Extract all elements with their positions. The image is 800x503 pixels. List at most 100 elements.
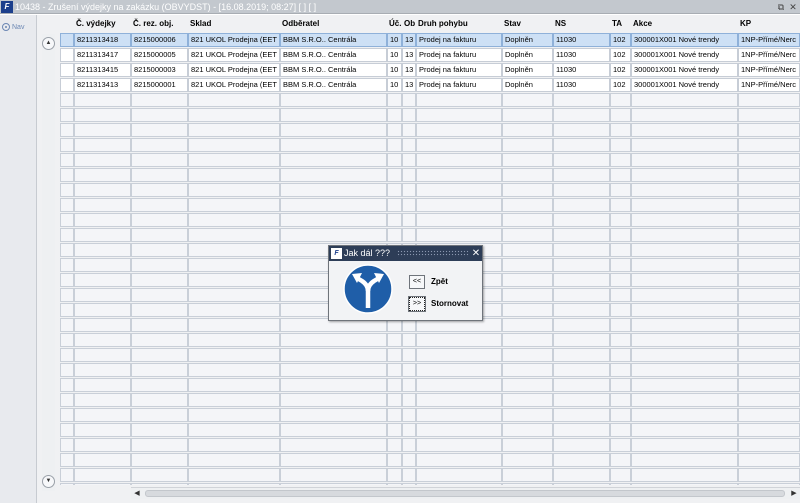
table-row[interactable]: 8211313415 8215000003 821 UKOL Prodejna (E… (60, 63, 800, 77)
table-cell-kp[interactable] (738, 168, 800, 182)
row-marker[interactable] (60, 168, 74, 182)
table-cell-stav[interactable] (502, 363, 553, 377)
table-cell-ns[interactable] (553, 183, 610, 197)
table-cell-sklad[interactable] (188, 378, 280, 392)
table-cell-sklad[interactable] (188, 333, 280, 347)
row-marker[interactable] (60, 438, 74, 452)
table-cell-vydejka[interactable] (74, 153, 131, 167)
table-cell-odberatel[interactable]: BBM S.R.O.. Centrála (280, 33, 387, 47)
table-cell-rezobj[interactable] (131, 303, 188, 317)
table-cell-rezobj[interactable] (131, 468, 188, 482)
table-cell-stav[interactable] (502, 408, 553, 422)
table-cell-kp[interactable] (738, 228, 800, 242)
table-cell-ob[interactable]: 13 (402, 78, 416, 92)
column-header-kp[interactable]: KP (738, 15, 800, 33)
table-cell-akce[interactable] (631, 153, 738, 167)
row-marker[interactable] (60, 423, 74, 437)
table-cell-ta[interactable] (610, 483, 631, 485)
table-cell-ns[interactable] (553, 138, 610, 152)
table-row[interactable] (60, 453, 800, 467)
row-marker[interactable] (60, 258, 74, 272)
table-cell-akce[interactable] (631, 258, 738, 272)
table-cell-sklad[interactable] (188, 108, 280, 122)
table-cell-stav[interactable] (502, 423, 553, 437)
table-cell-ob[interactable] (402, 453, 416, 467)
table-cell-odberatel[interactable] (280, 393, 387, 407)
row-marker[interactable] (60, 63, 74, 77)
table-row[interactable] (60, 408, 800, 422)
table-cell-rezobj[interactable] (131, 423, 188, 437)
row-marker[interactable] (60, 48, 74, 62)
table-cell-ns[interactable] (553, 168, 610, 182)
table-cell-ta[interactable] (610, 213, 631, 227)
table-cell-ob[interactable] (402, 483, 416, 485)
restore-icon[interactable]: ⧉ (776, 1, 786, 13)
table-cell-stav[interactable] (502, 393, 553, 407)
table-cell-uc[interactable] (387, 198, 402, 212)
table-row[interactable] (60, 198, 800, 212)
table-cell-kp[interactable] (738, 393, 800, 407)
table-cell-sklad[interactable]: 821 UKOL Prodejna (EET (188, 78, 280, 92)
row-marker[interactable] (60, 273, 74, 287)
table-cell-ns[interactable] (553, 378, 610, 392)
table-cell-sklad[interactable] (188, 483, 280, 485)
table-cell-akce[interactable] (631, 228, 738, 242)
table-cell-kp[interactable] (738, 333, 800, 347)
table-cell-druh[interactable] (416, 123, 502, 137)
table-cell-stav[interactable] (502, 108, 553, 122)
table-cell-uc[interactable] (387, 393, 402, 407)
table-cell-sklad[interactable] (188, 438, 280, 452)
table-cell-ta[interactable] (610, 363, 631, 377)
table-cell-ta[interactable] (610, 93, 631, 107)
table-cell-ob[interactable] (402, 213, 416, 227)
table-cell-ns[interactable] (553, 258, 610, 272)
table-cell-druh[interactable] (416, 378, 502, 392)
column-header-druh[interactable]: Druh pohybu (416, 15, 502, 33)
table-cell-ns[interactable] (553, 288, 610, 302)
table-cell-ta[interactable] (610, 183, 631, 197)
scroll-down-icon[interactable]: ▼ (42, 475, 55, 488)
table-cell-akce[interactable] (631, 393, 738, 407)
column-header-uc[interactable]: Úč. (387, 15, 402, 33)
table-cell-rezobj[interactable] (131, 108, 188, 122)
table-cell-akce[interactable] (631, 333, 738, 347)
table-cell-kp[interactable]: 1NP-Přímé/Nerc (738, 78, 800, 92)
table-cell-stav[interactable]: Doplněn (502, 63, 553, 77)
table-cell-ta[interactable] (610, 153, 631, 167)
table-cell-druh[interactable] (416, 483, 502, 485)
table-cell-ob[interactable] (402, 198, 416, 212)
table-cell-akce[interactable]: 300001X001 Nové trendy (631, 48, 738, 62)
table-cell-druh[interactable] (416, 438, 502, 452)
table-cell-akce[interactable] (631, 123, 738, 137)
table-cell-ta[interactable] (610, 348, 631, 362)
table-cell-ta[interactable] (610, 138, 631, 152)
table-cell-ta[interactable] (610, 288, 631, 302)
table-cell-druh[interactable] (416, 213, 502, 227)
table-cell-uc[interactable] (387, 453, 402, 467)
table-cell-druh[interactable] (416, 93, 502, 107)
table-cell-druh[interactable]: Prodej na fakturu (416, 48, 502, 62)
table-cell-stav[interactable] (502, 153, 553, 167)
scroll-left-icon[interactable]: ◀ (131, 488, 143, 499)
table-cell-ta[interactable] (610, 168, 631, 182)
table-row[interactable]: 8211313418 8215000006 821 UKOL Prodejna (E… (60, 33, 800, 47)
table-cell-rezobj[interactable] (131, 258, 188, 272)
table-cell-akce[interactable] (631, 168, 738, 182)
table-row[interactable]: 8211313413 8215000001 821 UKOL Prodejna (E… (60, 78, 800, 92)
table-row[interactable] (60, 348, 800, 362)
table-cell-akce[interactable]: 300001X001 Nové trendy (631, 78, 738, 92)
table-cell-stav[interactable]: Doplněn (502, 78, 553, 92)
table-cell-ob[interactable] (402, 93, 416, 107)
table-cell-sklad[interactable] (188, 423, 280, 437)
table-cell-odberatel[interactable] (280, 228, 387, 242)
table-cell-sklad[interactable] (188, 303, 280, 317)
table-cell-stav[interactable] (502, 123, 553, 137)
table-cell-kp[interactable] (738, 93, 800, 107)
table-cell-odberatel[interactable] (280, 438, 387, 452)
table-cell-kp[interactable]: 1NP-Přímé/Nerc (738, 33, 800, 47)
table-cell-odberatel[interactable] (280, 468, 387, 482)
table-cell-vydejka[interactable]: 8211313418 (74, 33, 131, 47)
table-cell-stav[interactable] (502, 288, 553, 302)
table-cell-sklad[interactable]: 821 UKOL Prodejna (EET (188, 63, 280, 77)
table-cell-ns[interactable]: 11030 (553, 33, 610, 47)
